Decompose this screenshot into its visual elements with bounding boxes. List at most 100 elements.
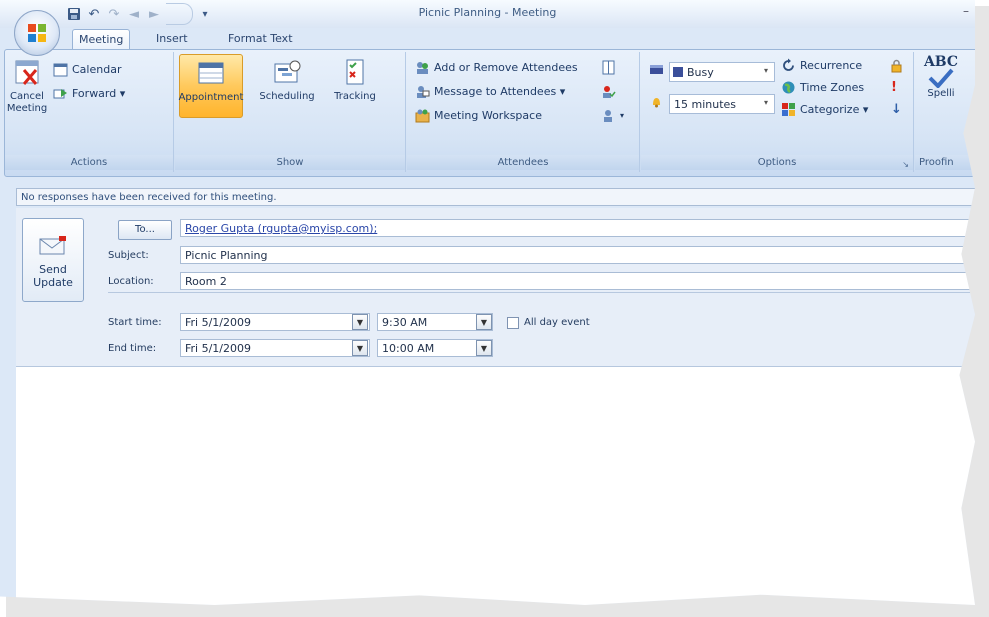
message-body[interactable] — [16, 366, 975, 605]
spelling-check-icon — [928, 68, 954, 88]
send-update-button[interactable]: Send Update — [22, 218, 84, 302]
tracking-icon — [346, 59, 364, 85]
location-field[interactable]: Room 2 — [180, 272, 975, 290]
spelling-label: Spelli — [927, 88, 955, 99]
previous-item-icon[interactable]: ◄ — [126, 6, 142, 22]
send-envelope-icon — [39, 236, 66, 255]
customize-qat-icon[interactable]: ▾ — [197, 6, 213, 22]
show-as-icon — [650, 65, 663, 74]
tab-format-text[interactable]: Format Text — [222, 29, 299, 49]
group-actions: Cancel Meeting Calendar Forward ▾ Action… — [5, 52, 174, 172]
quick-access-toolbar: ↶ ↷ ◄ ► ▾ — [66, 3, 213, 25]
group-label-show: Show — [175, 155, 405, 170]
start-time-label: Start time: — [108, 317, 162, 328]
meeting-workspace-button[interactable]: Meeting Workspace — [415, 108, 542, 123]
subject-field[interactable]: Picnic Planning — [180, 246, 975, 264]
response-options-button[interactable]: ▾ — [601, 108, 624, 123]
form-divider — [108, 292, 975, 293]
abc-label: ABC — [923, 54, 959, 70]
group-options: Busy ▾ 15 minutes ▾ Recurrence Time Zone… — [641, 52, 914, 172]
all-day-checkbox[interactable] — [507, 317, 519, 329]
scheduling-button[interactable]: Scheduling — [247, 58, 327, 103]
meeting-form: Send Update To... Roger Gupta (rgupta@my… — [16, 208, 975, 366]
to-button[interactable]: To... — [118, 220, 172, 240]
low-importance-icon[interactable]: ↓ — [891, 102, 902, 117]
start-date-dropdown-icon[interactable]: ▼ — [352, 314, 368, 330]
cancel-meeting-button[interactable]: Cancel Meeting — [7, 58, 47, 115]
save-icon[interactable] — [66, 6, 82, 22]
busy-swatch — [673, 67, 683, 77]
spelling-button[interactable]: ABC Spelli — [919, 54, 963, 100]
end-time-dropdown-icon[interactable]: ▼ — [476, 340, 492, 356]
office-button[interactable] — [14, 10, 60, 56]
recurrence-icon — [783, 58, 794, 71]
tab-insert[interactable]: Insert — [150, 29, 194, 49]
private-button[interactable] — [889, 58, 904, 73]
redo-icon[interactable]: ↷ — [106, 6, 122, 22]
categorize-button[interactable]: Categorize ▾ — [781, 102, 868, 117]
undo-icon[interactable]: ↶ — [86, 6, 102, 22]
time-zones-label: Time Zones — [800, 81, 865, 94]
add-remove-attendees-button[interactable]: Add or Remove Attendees — [415, 60, 578, 75]
group-attendees: Add or Remove Attendees Message to Atten… — [407, 52, 640, 172]
tab-meeting[interactable]: Meeting — [72, 29, 131, 50]
forward-label: Forward ▾ — [72, 87, 126, 100]
meeting-workspace-icon — [415, 109, 430, 123]
send-update-label: Send Update — [33, 263, 73, 289]
high-importance-icon[interactable]: ! — [891, 80, 897, 95]
all-day-label: All day event — [524, 317, 590, 328]
appointment-icon — [198, 62, 224, 84]
message-attendees-icon — [417, 86, 430, 98]
start-time-dropdown-icon[interactable]: ▼ — [476, 314, 492, 330]
lock-icon — [891, 59, 902, 73]
appointment-button[interactable]: Appointment — [179, 54, 243, 118]
end-date-dropdown-icon[interactable]: ▼ — [352, 340, 368, 356]
categorize-label: Categorize ▾ — [800, 103, 869, 116]
start-date-field[interactable]: Fri 5/1/2009 — [180, 313, 370, 331]
group-label-attendees: Attendees — [407, 155, 639, 170]
cancel-meeting-icon — [15, 60, 39, 85]
reminder-bell-icon — [653, 98, 660, 108]
appointment-label: Appointment — [178, 92, 244, 103]
tracking-label: Tracking — [334, 91, 376, 102]
end-date-field[interactable]: Fri 5/1/2009 — [180, 339, 370, 357]
dialog-launcher-icon[interactable]: ↘ — [902, 160, 909, 169]
recurrence-button[interactable]: Recurrence — [781, 58, 862, 73]
calendar-icon — [53, 63, 68, 77]
reminder-value: 15 minutes — [674, 97, 737, 111]
outlook-meeting-window: ↶ ↷ ◄ ► ▾ Picnic Planning - Meeting – Me… — [0, 0, 975, 605]
end-time-label: End time: — [108, 343, 157, 354]
reminder-control — [649, 94, 664, 109]
globe-icon — [782, 81, 795, 94]
subject-label: Subject: — [108, 250, 149, 261]
recurrence-label: Recurrence — [800, 59, 863, 72]
chevron-down-icon: ▾ — [763, 98, 768, 107]
qat-end-cap — [166, 3, 193, 25]
info-bar: No responses have been received for this… — [16, 188, 975, 206]
message-to-attendees-button[interactable]: Message to Attendees ▾ — [415, 84, 565, 99]
location-label: Location: — [108, 276, 154, 287]
cancel-meeting-label: Cancel Meeting — [6, 91, 48, 114]
categorize-icon — [782, 103, 795, 116]
forward-icon — [53, 89, 67, 99]
scheduling-label: Scheduling — [259, 91, 315, 102]
time-zones-button[interactable]: Time Zones — [781, 80, 864, 95]
to-field[interactable]: Roger Gupta (rgupta@myisp.com); — [180, 219, 975, 237]
minimize-button[interactable]: – — [963, 4, 969, 18]
address-book-button[interactable] — [601, 60, 616, 75]
show-as-value: Busy — [687, 65, 714, 79]
forward-button[interactable]: Forward ▾ — [53, 86, 125, 101]
meeting-workspace-label: Meeting Workspace — [434, 109, 542, 122]
add-remove-attendees-label: Add or Remove Attendees — [434, 61, 578, 74]
reminder-select[interactable]: 15 minutes ▾ — [669, 94, 775, 114]
group-show: Appointment Scheduling Tracking Show — [175, 52, 406, 172]
tracking-button[interactable]: Tracking — [331, 58, 379, 103]
show-as-select[interactable]: Busy ▾ — [669, 62, 775, 82]
message-to-attendees-label: Message to Attendees ▾ — [434, 85, 566, 98]
ribbon: Cancel Meeting Calendar Forward ▾ Action… — [4, 49, 975, 177]
group-label-options: Options — [641, 155, 913, 170]
group-label-proofing: Proofin — [915, 155, 975, 170]
check-names-button[interactable] — [601, 84, 616, 99]
calendar-button[interactable]: Calendar — [53, 62, 121, 77]
next-item-icon[interactable]: ► — [146, 6, 162, 22]
